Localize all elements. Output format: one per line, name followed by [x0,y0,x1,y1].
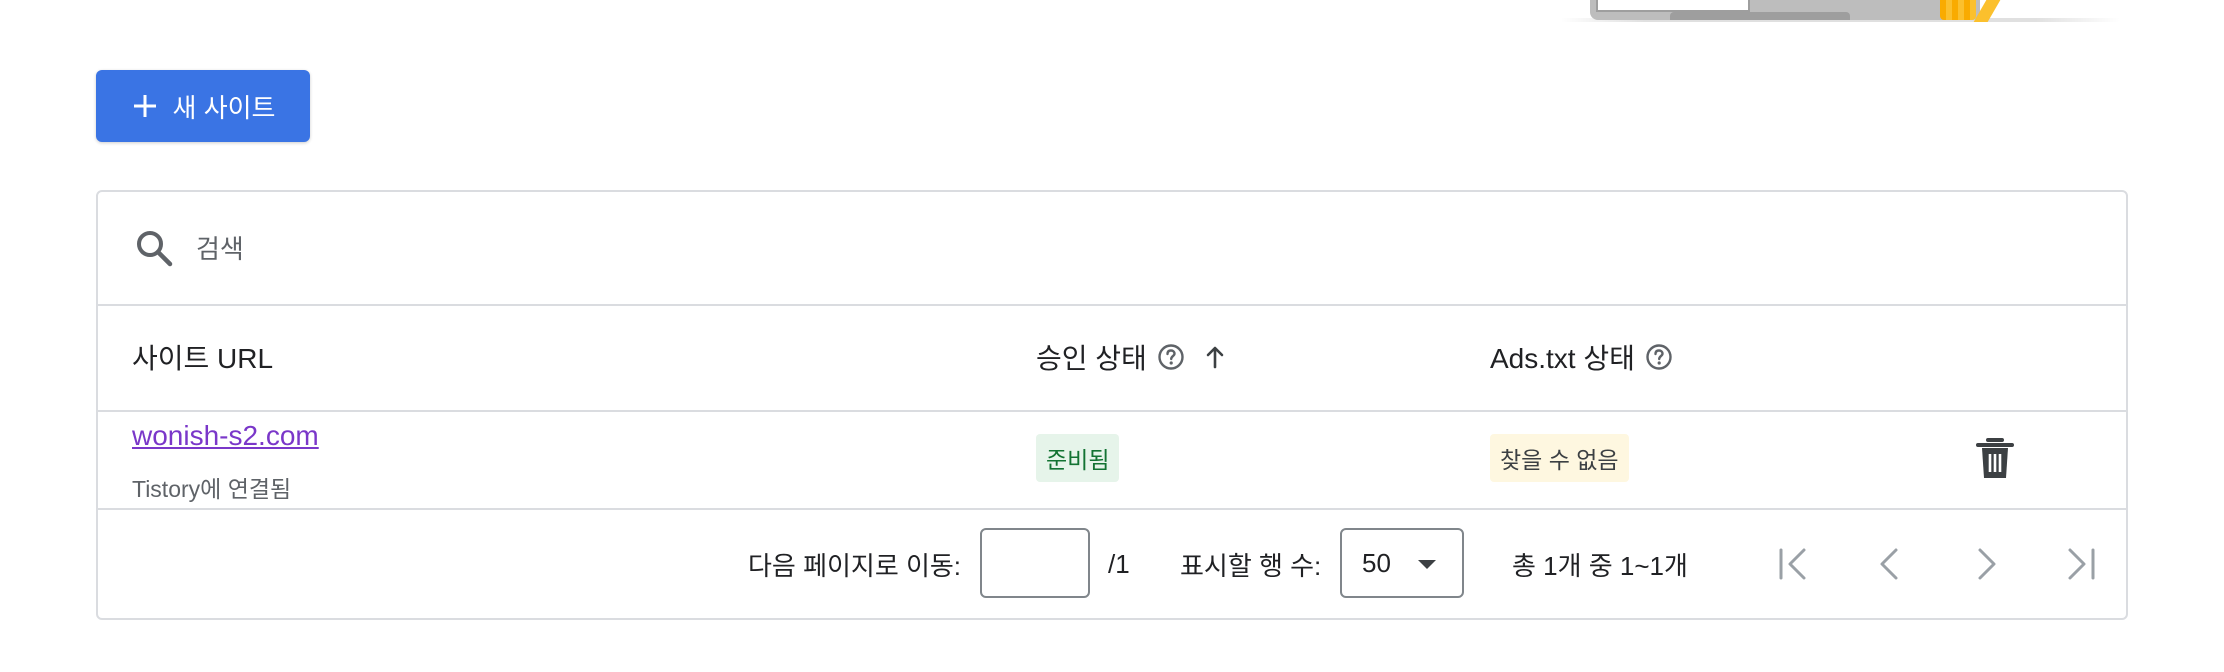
row-range-label: 총 1개 중 1~1개 [1512,550,1688,581]
column-header-site-url[interactable]: 사이트 URL [132,304,273,410]
laptop-screen [1596,0,1750,12]
first-page-icon[interactable] [1774,544,1814,584]
laptop-base [1670,12,1850,20]
arrow-up-icon[interactable] [1201,343,1229,371]
column-header-approval-status[interactable]: 승인 상태 [1036,304,1229,410]
approval-status-badge: 준비됨 [1036,434,1120,482]
pagination-bar: 다음 페이지로 이동: /1 표시할 행 수: 50 총 1개 중 1~1개 [98,508,2126,620]
chevron-left-icon[interactable] [1870,544,1910,584]
last-page-icon[interactable] [2060,544,2100,584]
header-illustration [1560,0,2120,22]
add-site-button[interactable]: 새 사이트 [96,70,310,142]
site-url-link[interactable]: wonish-s2.com [132,420,319,452]
column-header-ads-txt-status[interactable]: Ads.txt 상태 [1490,304,1673,410]
trash-icon[interactable] [1974,436,2016,482]
help-icon[interactable] [1157,343,1185,371]
search-input[interactable] [194,222,798,276]
total-pages-label: /1 [1108,548,1130,579]
help-icon[interactable] [1645,343,1673,371]
search-icon [134,228,174,268]
column-label-site-url: 사이트 URL [132,343,274,374]
add-site-label: 새 사이트 [172,92,276,123]
laptop-illustration [1590,0,1980,20]
rows-per-page-value: 50 [1362,547,1391,578]
rows-per-page-select[interactable]: 50 [1340,528,1464,598]
goto-page-label: 다음 페이지로 이동: [748,550,962,581]
caret-down-icon [1418,560,1436,569]
coins-illustration [1940,0,1976,20]
table-header: 사이트 URL 승인 상태 Ads.txt 상태 [98,304,2126,412]
column-label-ads-txt-status: Ads.txt 상태 [1490,343,1635,374]
table-row: wonish-s2.com Tistory에 연결됨 준비됨 찾을 수 없음 [98,410,2126,510]
rows-per-page-label: 표시할 행 수: [1180,550,1322,581]
sites-table-card: 사이트 URL 승인 상태 Ads.txt 상태 [96,190,2128,620]
chevron-right-icon[interactable] [1966,544,2006,584]
goto-page-input[interactable] [980,528,1090,598]
column-label-approval-status: 승인 상태 [1036,343,1147,374]
search-bar [98,192,2126,306]
site-connection-note: Tistory에 연결됨 [132,476,292,502]
plus-icon [131,92,159,120]
ads-txt-status-badge: 찾을 수 없음 [1490,434,1629,482]
